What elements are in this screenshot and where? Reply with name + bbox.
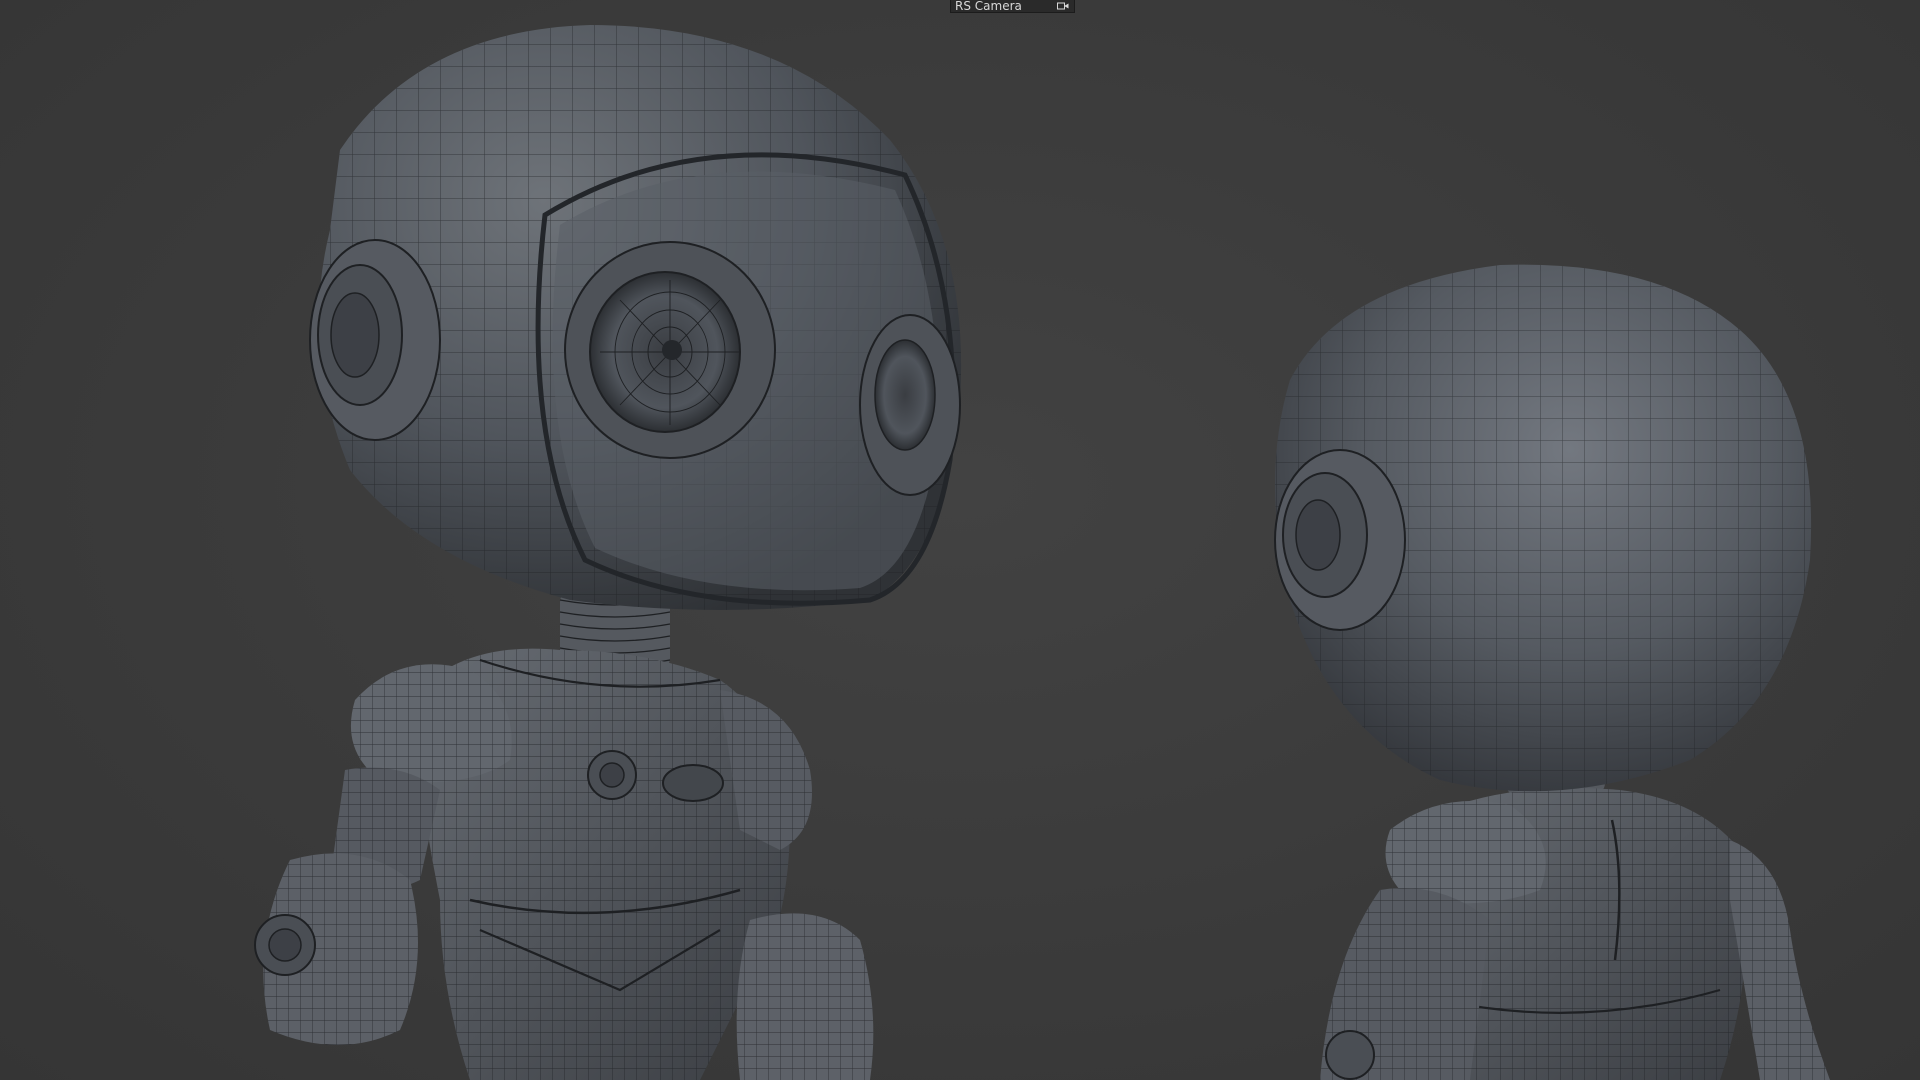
robot-wireframe-scene [254, 25, 1830, 1080]
3d-viewport[interactable]: RS Camera [0, 0, 1920, 1080]
robot-right [1274, 264, 1830, 1080]
camera-selector[interactable]: RS Camera [950, 0, 1075, 13]
robot-right-arm-right [1730, 840, 1830, 1080]
robot-left [254, 25, 962, 1080]
camera-icon[interactable] [1056, 1, 1070, 11]
robot-left-head [309, 25, 962, 610]
robot-right-head [1274, 264, 1812, 792]
camera-label: RS Camera [955, 0, 1022, 13]
